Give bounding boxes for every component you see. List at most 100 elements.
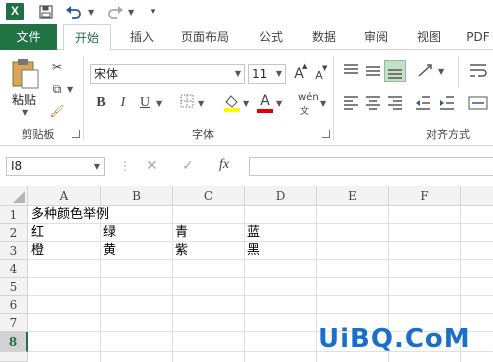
excel-logo-icon: X (6, 3, 24, 20)
name-box-value: I8 (11, 159, 23, 173)
insert-function-icon[interactable]: fx (219, 157, 229, 173)
italic-button[interactable]: I (114, 94, 132, 112)
tab-home[interactable]: 开始 (63, 24, 111, 51)
wrap-text-icon[interactable] (468, 62, 488, 80)
font-size-select[interactable]: 11 ▼ (248, 64, 286, 84)
column-header-g[interactable] (461, 186, 493, 206)
font-color-letter: A (260, 93, 270, 109)
font-color-swatch (257, 109, 273, 113)
copy-icon[interactable]: ⧉ (48, 80, 66, 98)
formula-bar: I8 ▼ ⋮ ✕ ✓ fx (0, 150, 493, 180)
undo-dropdown-icon[interactable]: ▼ (88, 8, 94, 17)
tab-view[interactable]: 视图 (408, 24, 450, 50)
orientation-icon[interactable] (416, 62, 436, 80)
clipboard-launcher-icon[interactable] (72, 130, 80, 138)
font-group-label: 字体 (192, 128, 214, 141)
cancel-icon[interactable]: ✕ (146, 158, 158, 174)
align-middle-icon[interactable] (364, 62, 382, 80)
font-size-value: 11 (252, 67, 268, 81)
tab-review[interactable]: 审阅 (355, 24, 397, 50)
column-header-f[interactable]: F (389, 186, 461, 206)
align-left-icon[interactable] (342, 94, 360, 112)
paste-icon[interactable] (10, 58, 40, 90)
group-divider (83, 56, 84, 140)
row-header-8[interactable]: 8 (0, 332, 28, 352)
clipboard-group-label: 剪贴板 (21, 128, 55, 141)
paste-button-label[interactable]: 粘贴 (12, 91, 36, 108)
customize-icon[interactable]: ▾ (143, 2, 163, 22)
tab-insert[interactable]: 插入 (121, 24, 163, 50)
copy-dropdown-icon[interactable]: ▼ (67, 85, 73, 94)
save-icon[interactable] (36, 2, 56, 22)
row-header-4[interactable]: 4 (0, 260, 28, 278)
ribbon-home: 粘贴 ▼ ✂ ⧉ ▼ 🖌 剪贴板 宋体 ▼ 11 ▼ A ▲ A ▼ B I U… (0, 50, 493, 146)
row-header-9[interactable] (0, 352, 28, 362)
shrink-arrow-icon: ▼ (322, 64, 328, 72)
cut-icon[interactable]: ✂ (48, 58, 66, 76)
row-header-7[interactable]: 7 (0, 314, 28, 332)
row-header-2[interactable]: 2 (0, 224, 28, 242)
paste-dropdown-icon[interactable]: ▼ (22, 108, 28, 117)
align-center-icon[interactable] (364, 94, 382, 112)
row-header-5[interactable]: 5 (0, 278, 28, 296)
align-top-icon[interactable] (342, 62, 360, 80)
font-color-dropdown-icon[interactable]: ▼ (276, 99, 282, 108)
cell-a1[interactable]: 多种颜色举例 (29, 206, 109, 224)
redo-icon[interactable] (105, 2, 125, 22)
align-right-icon[interactable] (386, 94, 404, 112)
format-painter-icon[interactable]: 🖌 (48, 102, 66, 120)
gridline (28, 295, 493, 296)
formula-bar-handle-icon[interactable]: ⋮ (119, 159, 131, 173)
borders-dropdown-icon[interactable]: ▼ (198, 99, 204, 108)
phonetic-guide-icon[interactable]: wén (298, 92, 319, 103)
select-all-corner[interactable] (0, 186, 28, 206)
name-box[interactable]: I8 ▼ (6, 157, 105, 176)
tab-file[interactable]: 文件 (0, 24, 57, 50)
borders-icon[interactable] (178, 94, 196, 112)
cell-c2[interactable]: 青 (173, 224, 188, 242)
align-bottom-icon[interactable] (384, 60, 406, 82)
merge-center-icon[interactable] (468, 94, 488, 112)
redo-dropdown-icon[interactable]: ▼ (128, 8, 134, 17)
cell-b2[interactable]: 绿 (101, 224, 116, 242)
fill-color-dropdown-icon[interactable]: ▼ (243, 99, 249, 108)
cell-b3[interactable]: 黄 (101, 242, 116, 260)
cell-d3[interactable]: 黑 (245, 242, 260, 260)
column-header-c[interactable]: C (173, 186, 245, 206)
bold-button[interactable]: B (92, 94, 110, 112)
tab-page-layout[interactable]: 页面布局 (172, 24, 238, 50)
tab-formulas[interactable]: 公式 (250, 24, 292, 50)
decrease-indent-icon[interactable] (414, 94, 432, 112)
cell-d2[interactable]: 蓝 (245, 224, 260, 242)
tab-data[interactable]: 数据 (303, 24, 345, 50)
gridline (28, 313, 493, 314)
enter-icon[interactable]: ✓ (182, 158, 194, 174)
group-divider (458, 56, 459, 88)
row-header-1[interactable]: 1 (0, 206, 28, 224)
gridline (28, 259, 493, 260)
undo-icon[interactable] (64, 2, 84, 22)
cell-c3[interactable]: 紫 (173, 242, 188, 260)
fill-color-icon[interactable] (222, 93, 242, 113)
row-header-3[interactable]: 3 (0, 242, 28, 260)
column-header-a[interactable]: A (28, 186, 101, 206)
alignment-group-label: 对齐方式 (426, 128, 470, 141)
underline-dropdown-icon[interactable]: ▼ (156, 99, 162, 108)
orientation-dropdown-icon[interactable]: ▼ (438, 67, 444, 76)
underline-button[interactable]: U (136, 94, 154, 112)
column-header-d[interactable]: D (245, 186, 317, 206)
font-color-icon[interactable]: A (256, 93, 274, 113)
font-launcher-icon[interactable] (322, 130, 330, 138)
increase-indent-icon[interactable] (438, 94, 456, 112)
font-name-select[interactable]: 宋体 ▼ (90, 64, 245, 84)
cell-a3[interactable]: 橙 (29, 242, 44, 260)
formula-input[interactable] (249, 157, 493, 176)
cell-a2[interactable]: 红 (29, 224, 44, 242)
gridline (28, 277, 493, 278)
column-header-b[interactable]: B (101, 186, 173, 206)
column-header-e[interactable]: E (317, 186, 389, 206)
tab-pdf[interactable]: PDF (460, 24, 493, 50)
ribbon-tab-bar: 文件 开始 插入 页面布局 公式 数据 审阅 视图 PDF (0, 24, 493, 51)
phonetic-dropdown-icon[interactable]: ▼ (320, 99, 326, 108)
row-header-6[interactable]: 6 (0, 296, 28, 314)
